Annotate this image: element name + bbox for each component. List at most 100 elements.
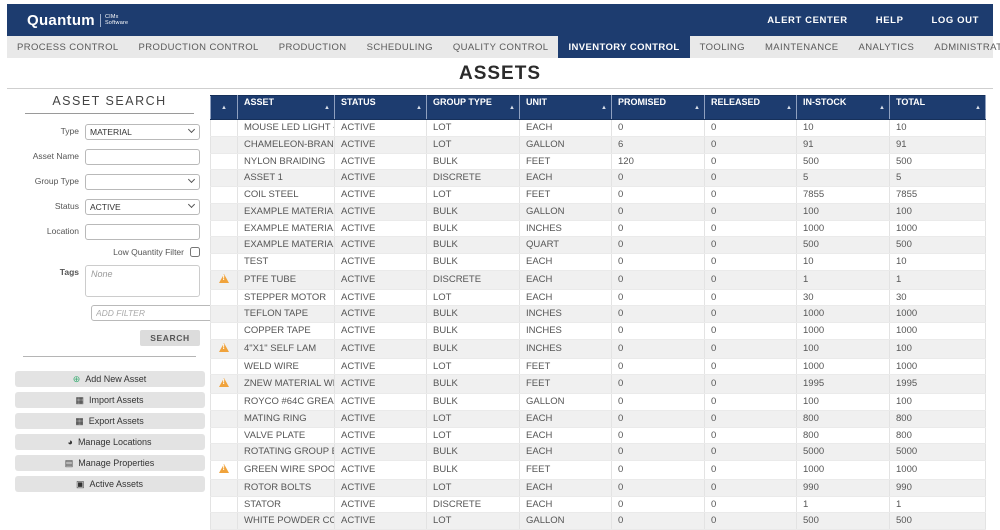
data-cell: 91 — [889, 136, 986, 154]
column-header-released[interactable]: RELEASED ▲ — [704, 95, 797, 120]
row-warning-cell — [210, 136, 238, 154]
data-cell: 1 — [889, 496, 986, 514]
table-row[interactable]: EXAMPLE MATERIA... ACTIVE BULK QUART 0 0 500 50… — [210, 236, 986, 254]
active-assets-button[interactable]: ▣ Active Assets — [14, 476, 205, 492]
table-row[interactable]: NYLON BRAIDING ACTIVE BULK FEET 120 0 500 500 — [210, 153, 986, 171]
asset-name-input[interactable] — [85, 149, 200, 165]
column-header-total[interactable]: TOTAL ▲ — [889, 95, 986, 120]
asset-name-cell: 4"X1" SELF LAM — [237, 339, 335, 359]
low-quantity-checkbox[interactable] — [190, 247, 200, 257]
column-header-promised[interactable]: PROMISED ▲ — [611, 95, 705, 120]
asset-name-cell: TEFLON TAPE — [237, 305, 335, 323]
import-assets-button[interactable]: ▦ Import Assets — [14, 392, 205, 408]
asset-name-cell: COIL STEEL — [237, 186, 335, 204]
table-row[interactable]: GREEN WIRE SPOOLACTIVEBULKFEET0010001000 — [210, 460, 986, 480]
status-select[interactable]: ACTIVE — [85, 199, 200, 215]
table-row[interactable]: ROTATING GROUP E...ACTIVEBULKEACH0050005… — [210, 443, 986, 461]
header-link-log-out[interactable]: LOG OUT — [932, 15, 979, 26]
app-logo[interactable]: Quantum CIMx Software — [27, 12, 128, 29]
nav-tab-quality-control[interactable]: QUALITY CONTROL — [443, 36, 559, 58]
nav-tab-production[interactable]: PRODUCTION — [269, 36, 357, 58]
data-cell: 500 — [796, 153, 890, 171]
sort-arrow-icon: ▲ — [694, 104, 700, 111]
add-filter-input[interactable] — [91, 305, 213, 321]
group-type-select[interactable] — [85, 174, 200, 190]
data-cell: 1995 — [796, 374, 890, 394]
asset-name-cell: STATOR — [237, 496, 335, 514]
row-warning-cell — [210, 479, 238, 497]
column-label: TOTAL — [896, 96, 926, 107]
table-row[interactable]: VALVE PLATE ACTIVE LOT EACH 0 0 800 800 — [210, 427, 986, 445]
data-cell: 0 — [704, 220, 797, 238]
manage-properties-button[interactable]: ▤ Manage Properties — [14, 455, 205, 471]
nav-tab-maintenance[interactable]: MAINTENANCE — [755, 36, 849, 58]
table-row[interactable]: ASSET 1 ACTIVE DISCRETE EACH 0 0 5 5 — [210, 169, 986, 187]
data-cell: INCHES — [519, 220, 612, 238]
header-link-help[interactable]: HELP — [876, 15, 904, 26]
nav-tab-tooling[interactable]: TOOLING — [690, 36, 755, 58]
type-select[interactable]: MATERIAL — [85, 124, 200, 140]
table-row[interactable]: COPPER TAPE ACTIVE BULK INCHES 0 0 1000 1000 — [210, 322, 986, 340]
data-cell: 0 — [611, 443, 705, 461]
data-cell: 5000 — [796, 443, 890, 461]
table-row[interactable]: EXAMPLE MATERIA... ACTIVE BULK INCHES 0 0 1000… — [210, 220, 986, 238]
column-header-group-type[interactable]: GROUP TYPE ▲ — [426, 95, 520, 120]
nav-tab-administration[interactable]: ADMINISTRATION — [924, 36, 1000, 58]
table-row[interactable]: COIL STEEL ACTIVE LOT FEET 0 0 7855 7855 — [210, 186, 986, 204]
add-new-asset-button[interactable]: ⊕ Add New Asset — [14, 371, 205, 387]
data-cell: 1000 — [889, 358, 986, 376]
search-button[interactable]: SEARCH — [140, 330, 200, 346]
table-row[interactable]: STATOR ACTIVE DISCRETE EACH 0 0 1 1 — [210, 496, 986, 514]
column-header-in-stock[interactable]: IN-STOCK ▲ — [796, 95, 890, 120]
nav-tab-process-control[interactable]: PROCESS CONTROL — [7, 36, 129, 58]
table-row[interactable]: ROTOR BOLTS ACTIVE LOT EACH 0 0 990 990 — [210, 479, 986, 497]
table-row[interactable]: PTFE TUBEACTIVEDISCRETEEACH0011 — [210, 270, 986, 290]
data-cell: 10 — [889, 253, 986, 271]
data-cell: 0 — [611, 186, 705, 204]
table-row[interactable]: TEST ACTIVE BULK EACH 0 0 10 10 — [210, 253, 986, 271]
export-assets-button[interactable]: ▦ Export Assets — [14, 413, 205, 429]
table-row[interactable]: MOUSE LED LIGHT -... ACTIVE LOT EACH 0 0 10 10 — [210, 119, 986, 137]
globe-icon: ◕ — [67, 436, 73, 447]
list-icon: ▣ — [75, 478, 85, 489]
data-cell: 1995 — [889, 374, 986, 394]
table-row[interactable]: WELD WIRE ACTIVE LOT FEET 0 0 1000 1000 — [210, 358, 986, 376]
tags-box[interactable]: None — [85, 265, 200, 297]
manage-locations-button[interactable]: ◕ Manage Locations — [14, 434, 205, 450]
location-input[interactable] — [85, 224, 200, 240]
table-row[interactable]: 4"X1" SELF LAMACTIVEBULKINCHES00100100 — [210, 339, 986, 359]
data-cell: ACTIVE — [334, 496, 427, 514]
action-button-label: Manage Locations — [77, 437, 152, 447]
data-cell: 1000 — [889, 305, 986, 323]
data-cell: DISCRETE — [426, 496, 520, 514]
table-row[interactable]: CHAMELEON-BRAN... ACTIVE LOT GALLON 6 0 91 91 — [210, 136, 986, 154]
table-row[interactable]: WHITE POWDER CO...ACTIVELOTGALLON0050050… — [210, 512, 986, 530]
sort-column-icon[interactable]: ▲ — [210, 95, 238, 120]
header-link-alert-center[interactable]: ALERT CENTER — [767, 15, 848, 26]
data-cell: 0 — [704, 169, 797, 187]
column-header-asset[interactable]: ASSET ▲ — [237, 95, 335, 120]
row-warning-cell — [210, 374, 238, 394]
nav-tab-production-control[interactable]: PRODUCTION CONTROL — [129, 36, 269, 58]
data-cell: 100 — [796, 339, 890, 359]
location-label: Location — [46, 226, 79, 236]
nav-tab-inventory-control[interactable]: INVENTORY CONTROL — [558, 36, 690, 58]
column-header-status[interactable]: STATUS ▲ — [334, 95, 427, 120]
brand-name: Quantum — [27, 11, 95, 29]
column-header-unit[interactable]: UNIT ▲ — [519, 95, 612, 120]
table-row[interactable]: STEPPER MOTOR ACTIVE LOT EACH 0 0 30 30 — [210, 289, 986, 307]
data-cell: LOT — [426, 479, 520, 497]
asset-name-cell: EXAMPLE MATERIA... — [237, 203, 335, 221]
data-cell: ACTIVE — [334, 220, 427, 238]
card-icon: ▤ — [64, 457, 74, 468]
data-cell: 500 — [889, 512, 986, 530]
nav-tab-analytics[interactable]: ANALYTICS — [849, 36, 925, 58]
data-cell: QUART — [519, 236, 612, 254]
table-row[interactable]: MATING RING ACTIVE LOT EACH 0 0 800 800 — [210, 410, 986, 428]
nav-tab-scheduling[interactable]: SCHEDULING — [357, 36, 443, 58]
table-row[interactable]: ROYCO #64C GREASEACTIVEBULKGALLON0010010… — [210, 393, 986, 411]
table-row[interactable]: ZNEW MATERIAL WI...ACTIVEBULKFEET0019951… — [210, 374, 986, 394]
table-row[interactable]: TEFLON TAPE ACTIVE BULK INCHES 0 0 1000 1000 — [210, 305, 986, 323]
table-row[interactable]: EXAMPLE MATERIA... ACTIVE BULK GALLON 0 0 100 1… — [210, 203, 986, 221]
data-cell: DISCRETE — [426, 270, 520, 290]
